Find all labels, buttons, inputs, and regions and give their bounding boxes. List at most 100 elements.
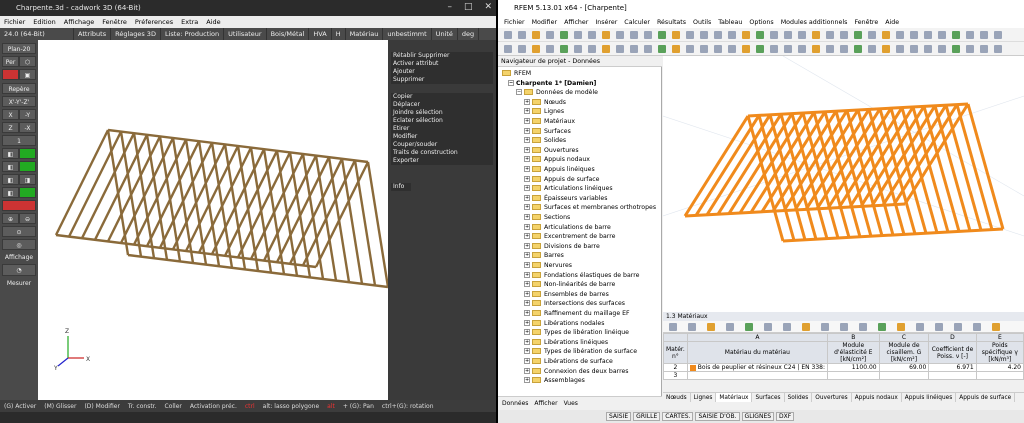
toolbar-icon[interactable] (700, 31, 708, 39)
toolbar-icon[interactable] (546, 45, 554, 53)
activer-attribut-item[interactable]: Activer attribut (391, 60, 493, 68)
toolbar-icon[interactable] (742, 31, 750, 39)
status-grille[interactable]: GRILLE (633, 412, 661, 421)
status-saisie-ob[interactable]: SAISIE D'OB. (695, 412, 740, 421)
table-tab[interactable]: Nœuds (663, 393, 691, 402)
tree-item[interactable]: + Solides (524, 136, 566, 146)
tree-root[interactable]: RFEM (502, 69, 531, 79)
close-icon[interactable]: ✕ (484, 2, 492, 12)
expand-icon[interactable]: + (524, 127, 530, 134)
tree-item[interactable]: + Types de libération linéique (524, 328, 629, 338)
cube-view-icon[interactable]: ⬡ (19, 56, 36, 67)
table-tab[interactable]: Surfaces (752, 393, 785, 402)
tree-item[interactable]: + Appuis nodaux (524, 155, 590, 165)
toolbar-icon[interactable] (916, 323, 924, 331)
modifier-item[interactable]: Modifier (391, 133, 493, 141)
toolbar-icon[interactable] (973, 323, 981, 331)
toolbar-icon[interactable] (504, 31, 512, 39)
tree-item[interactable]: + Ouvertures (524, 146, 579, 156)
expand-icon[interactable]: + (524, 252, 530, 259)
zoom-in-icon[interactable]: ⊕ (2, 213, 19, 224)
menu-tableau[interactable]: Tableau (718, 19, 742, 26)
menu-options[interactable]: Options (749, 19, 773, 26)
tree-item[interactable]: + Barres (524, 251, 564, 261)
supprimer-item[interactable]: Supprimer (391, 76, 493, 84)
menu-fichier[interactable]: Fichier (4, 18, 25, 26)
maximize-icon[interactable]: □ (464, 2, 473, 12)
table-tab[interactable]: Appuis nodaux (852, 393, 902, 402)
toolbar-icon[interactable] (714, 45, 722, 53)
eye-icon[interactable]: ◔ (2, 264, 36, 276)
toolbar-icon[interactable] (714, 31, 722, 39)
expand-icon[interactable]: + (524, 185, 530, 192)
toolbar-icon[interactable] (938, 31, 946, 39)
traits-construction-item[interactable]: Traits de construction (391, 149, 493, 157)
table-row[interactable]: 2 Bois de peuplier et résineux C24 | EN … (663, 363, 1024, 372)
toolbar-icon[interactable] (602, 45, 610, 53)
menu-affichage[interactable]: Affichage (64, 18, 95, 26)
cube-icon-5[interactable]: ◧ (2, 187, 19, 198)
tree-item[interactable]: + Divisions de barre (524, 242, 600, 252)
tree-item[interactable]: + Excentrement de barre (524, 232, 615, 242)
collapse-icon[interactable]: − (516, 89, 522, 96)
toolbar-icon[interactable] (878, 323, 886, 331)
row-material[interactable]: Bois de peuplier et résineux C24 | EN 33… (686, 363, 829, 372)
tree-item[interactable]: + Libérations de surface (524, 357, 613, 367)
menu-outils[interactable]: Outils (693, 19, 711, 26)
toolbar-icon[interactable] (821, 323, 829, 331)
box-view-icon[interactable]: ▣ (19, 69, 36, 80)
toolbar-icon[interactable] (504, 45, 512, 53)
menu-resultats[interactable]: Résultats (657, 19, 686, 26)
tree-item[interactable]: + Lignes (524, 107, 564, 117)
row-nu[interactable] (928, 371, 977, 380)
z-button[interactable]: Z (2, 122, 19, 133)
joindre-selection-item[interactable]: Joindre sélection (391, 109, 493, 117)
repere-button[interactable]: Repère (2, 83, 36, 94)
retablir-supprimer-item[interactable]: Rétablir Supprimer (391, 52, 493, 60)
toolbar-icon[interactable] (784, 31, 792, 39)
menu-extra[interactable]: Extra (181, 18, 198, 26)
tree-item[interactable]: + Épaisseurs variables (524, 194, 607, 204)
tree-item[interactable]: + Libérations nodales (524, 319, 604, 329)
toolbar-icon[interactable] (812, 31, 820, 39)
h-button[interactable]: H (332, 28, 346, 40)
toolbar-icon[interactable] (798, 45, 806, 53)
exporter-item[interactable]: Exporter (391, 157, 493, 165)
toolbar-icon[interactable] (980, 31, 988, 39)
rfem-3d-viewport[interactable] (662, 55, 1024, 312)
toolbar-icon[interactable] (602, 31, 610, 39)
cube-icon-2[interactable]: ◧ (2, 161, 19, 172)
expand-icon[interactable]: + (524, 137, 530, 144)
zoom-extents-icon[interactable]: ◎ (2, 239, 36, 250)
expand-icon[interactable]: + (524, 367, 530, 374)
toolbar-icon[interactable] (770, 31, 778, 39)
toolbar-icon[interactable] (658, 31, 666, 39)
tree-project[interactable]: − Charpente 1* [Damien] (508, 79, 596, 89)
toolbar-icon[interactable] (560, 45, 568, 53)
tree-item[interactable]: + Surfaces (524, 127, 571, 137)
expand-icon[interactable]: + (524, 108, 530, 115)
toolbar-icon[interactable] (644, 31, 652, 39)
table-tab[interactable]: Ouvertures (812, 393, 852, 402)
menu-aide[interactable]: Aide (206, 18, 220, 26)
expand-icon[interactable]: + (524, 290, 530, 297)
green-cube-icon-3[interactable] (19, 187, 36, 198)
tab-vues[interactable]: Vues (564, 400, 578, 407)
green-cube-icon[interactable] (19, 148, 36, 159)
toolbar-icon[interactable] (924, 31, 932, 39)
toolbar-icon[interactable] (728, 45, 736, 53)
green-cube-icon-2[interactable] (19, 161, 36, 172)
status-dxf[interactable]: DXF (776, 412, 795, 421)
toolbar-icon[interactable] (669, 323, 677, 331)
toolbar-icon[interactable] (688, 323, 696, 331)
row-gamma[interactable]: 4.20 (975, 363, 1024, 372)
menu-inserer[interactable]: Insérer (595, 19, 617, 26)
neg-y-button[interactable]: -Y (19, 109, 36, 120)
toolbar-icon[interactable] (994, 31, 1002, 39)
toolbar-icon[interactable] (630, 31, 638, 39)
toolbar-icon[interactable] (783, 323, 791, 331)
red-view-icon[interactable] (2, 69, 19, 80)
red-tool-icon[interactable] (2, 200, 36, 211)
toolbar-icon[interactable] (840, 323, 848, 331)
menu-preferences[interactable]: Préferences (135, 18, 173, 26)
